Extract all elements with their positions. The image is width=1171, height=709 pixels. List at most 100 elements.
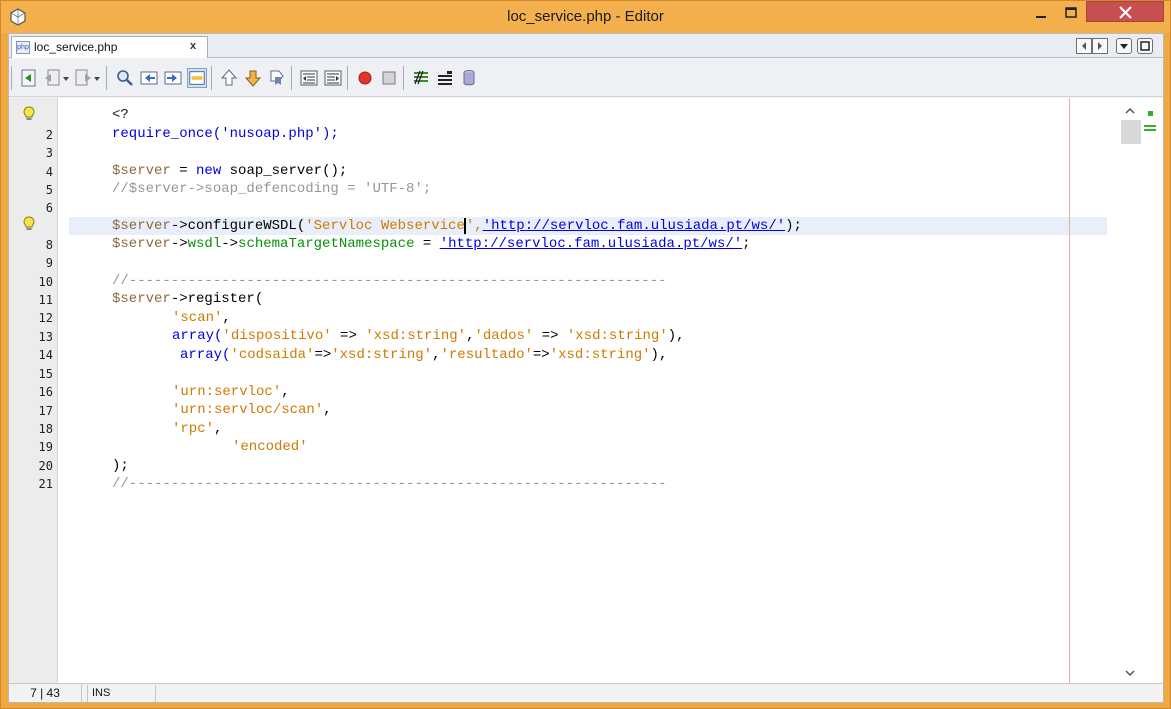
code-token: 'dados' [474,328,534,344]
toolbar-separator [347,66,348,90]
code-token[interactable]: 'http://servloc.fam.ulusiada.pt/ws/' [440,236,742,252]
code-token: new [196,163,222,179]
code-token: 'rpc' [172,421,215,437]
line-number: 20 [38,459,53,473]
code-token: $server [112,291,171,307]
code-token: , [323,402,332,418]
line-number: 14 [38,348,53,362]
minimize-icon [1036,16,1046,18]
start-macro-recording-icon[interactable] [355,68,375,88]
tab-scroll-left-icon[interactable] [1076,38,1092,54]
toggle-bookmark-icon[interactable] [267,68,287,88]
code-line: $server = new soap_server(); [112,162,347,180]
line-number: 19 [38,440,53,454]
line-number: 2 [45,128,53,142]
code-token: => [532,347,550,363]
find-icon[interactable] [115,68,135,88]
editor-toolbar [9,59,1163,97]
comment-icon[interactable] [411,68,431,88]
tab-label: loc_service.php [34,40,118,54]
scrollbar-thumb[interactable] [1121,120,1141,144]
back-dropdown-icon[interactable] [61,68,71,88]
title-bar[interactable]: loc_service.php - Editor [1,1,1170,33]
line-number: 3 [45,146,53,160]
error-stripe-mark[interactable] [1144,125,1156,127]
code-line: $server->wsdl->schemaTargetNamespace = '… [112,235,751,253]
code-line: //--------------------------------------… [112,475,667,493]
previous-bookmark-icon[interactable] [219,68,239,88]
shift-right-icon[interactable] [323,68,343,88]
code-token: $server [112,236,171,252]
code-token: wsdl [187,236,222,252]
stop-macro-recording-icon[interactable] [379,68,399,88]
php-file-icon: php [16,41,30,54]
cursor-position: 7 | 43 [9,684,82,703]
error-stripe-mark[interactable] [1144,129,1156,131]
toolbar-separator [291,66,292,90]
minimize-button[interactable] [1027,2,1055,24]
code-token: <? [112,107,129,123]
line-number: 8 [45,238,53,252]
code-token: -> [170,236,188,252]
editor-window: loc_service.php - Editor php loc_service… [0,0,1171,709]
code-line: 'encoded' [232,438,308,456]
database-icon[interactable] [459,68,479,88]
status-bar: 7 | 43 INS [9,683,1163,703]
line-number: 11 [38,293,53,307]
tab-bar: php loc_service.php x [9,34,1163,58]
toolbar-separator [211,66,212,90]
code-editor[interactable]: 2 3 4 5 6 8 9 10 11 12 13 14 15 16 17 18… [9,98,1163,683]
insert-mode-indicator[interactable]: INS [87,685,156,702]
code-token: array( [180,347,231,363]
error-stripe-ok-icon [1148,111,1153,116]
vertical-scrollbar[interactable] [1119,98,1163,683]
maximize-button[interactable] [1057,2,1085,24]
code-token: 'codsaida' [230,347,315,363]
tab-list-dropdown-icon[interactable] [1116,38,1132,54]
code-token: 'encoded' [232,439,308,455]
scroll-down-icon[interactable] [1123,668,1137,678]
maximize-icon [1065,7,1077,18]
line-number: 4 [45,165,53,179]
back-icon[interactable] [43,68,63,88]
find-previous-icon[interactable] [139,68,159,88]
line-number: 12 [38,311,53,325]
tab-loc-service[interactable]: php loc_service.php x [11,36,208,58]
code-token: => [314,347,332,363]
code-line: array('dispositivo' => 'xsd:string','dad… [172,327,685,345]
toolbar-separator [106,66,107,90]
shift-left-icon[interactable] [299,68,319,88]
forward-dropdown-icon[interactable] [92,68,102,88]
line-number: 10 [38,275,53,289]
hint-lightbulb-icon[interactable] [23,216,35,232]
code-token: ->register( [170,291,264,307]
next-bookmark-icon[interactable] [243,68,263,88]
tab-scroll-right-icon[interactable] [1092,38,1108,54]
uncomment-icon[interactable] [435,68,455,88]
toggle-highlight-search-icon[interactable] [187,68,207,88]
find-next-icon[interactable] [163,68,183,88]
code-token: 'xsd:string' [331,347,433,363]
maximize-editor-icon[interactable] [1137,38,1153,54]
code-line: 'urn:servloc', [172,383,290,401]
tab-close-icon[interactable]: x [190,40,196,52]
code-token: ->configureWSDL( [170,218,306,234]
line-number: 13 [38,330,53,344]
toolbar-separator [403,66,404,90]
line-number: 17 [38,404,53,418]
code-token: schemaTargetNamespace [238,236,415,252]
line-number: 15 [38,367,53,381]
line-number: 9 [45,256,53,270]
code-line: <? [112,106,129,124]
close-button[interactable] [1086,1,1164,22]
code-area[interactable]: <? require_once('nusoap.php'); $server =… [69,98,1124,683]
code-token[interactable]: 'http://servloc.fam.ulusiada.pt/ws/' [483,218,785,234]
forward-icon[interactable] [73,68,93,88]
last-edit-icon[interactable] [19,68,39,88]
code-token: ); [785,218,802,234]
hint-lightbulb-icon[interactable] [23,106,35,122]
scroll-up-icon[interactable] [1123,106,1137,116]
code-token: ), [650,347,668,363]
code-token: 'Servloc Webservice [305,218,465,234]
code-token: => [533,328,567,344]
